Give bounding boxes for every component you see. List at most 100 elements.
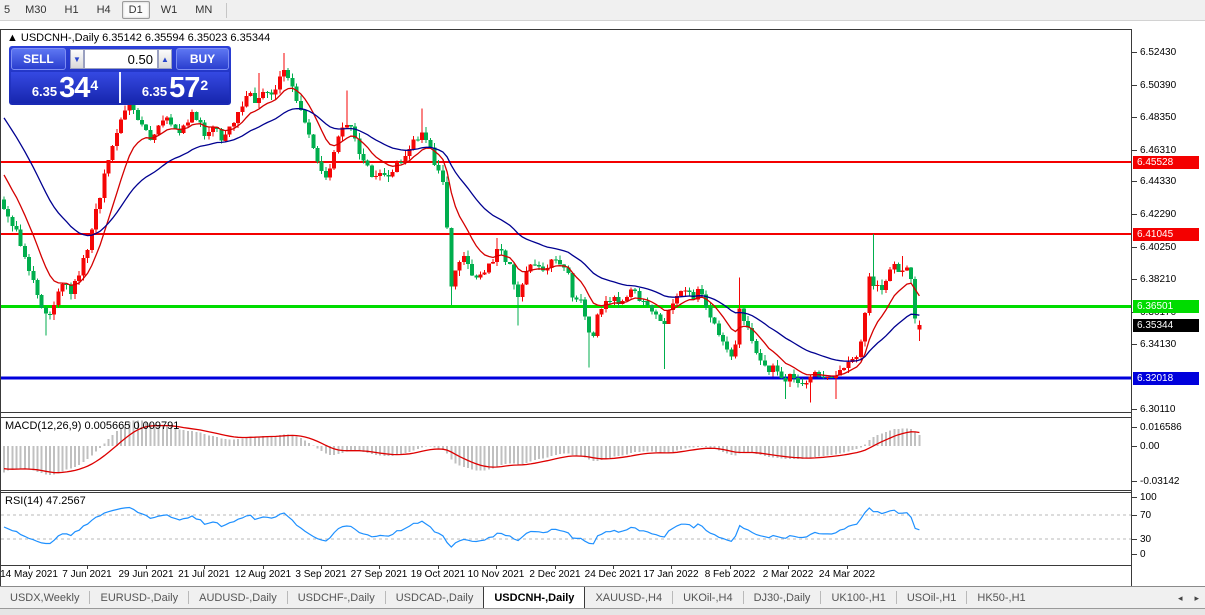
macd-tick-label: -0.03142 (1140, 476, 1180, 487)
ohlc-open: 6.35142 (102, 32, 142, 44)
timeframe-button-h1[interactable]: H1 (58, 1, 86, 19)
chart-tab-usdx[interactable]: USDX,Weekly (0, 587, 89, 608)
date-label: 2 Dec 2021 (529, 569, 581, 580)
buy-button[interactable]: BUY (176, 48, 230, 70)
rsi-label: RSI(14) 47.2567 (5, 495, 86, 507)
rsi-tick (1132, 515, 1137, 516)
price-tick (1132, 247, 1137, 248)
chevron-down-icon: ▼ (72, 54, 81, 64)
timeframe-button-h4[interactable]: H4 (90, 1, 118, 19)
date-label: 24 Dec 2021 (584, 569, 642, 580)
chart-tab-xauusd[interactable]: XAUUSD-,H4 (585, 587, 672, 608)
date-label: 14 May 2021 (0, 569, 58, 580)
tab-scroll-arrows: ◂ ▸ (1178, 587, 1199, 608)
date-label: 2 Mar 2022 (762, 569, 814, 580)
timeframe-button-w1[interactable]: W1 (154, 1, 185, 19)
chart-tab-usdcnh[interactable]: USDCNH-,Daily (483, 587, 586, 608)
price-tick-label: 6.34130 (1140, 339, 1177, 350)
sell-price-display[interactable]: 6.35 34 4 (11, 72, 119, 103)
buy-price-display[interactable]: 6.35 57 2 (121, 72, 229, 103)
date-label: 7 Jun 2021 (62, 569, 112, 580)
rsi-tick (1132, 497, 1137, 498)
rsi-tick-label: 70 (1140, 510, 1152, 521)
sell-price-prefix: 6.35 (31, 84, 58, 99)
level-price-badge: 6.41045 (1133, 228, 1199, 241)
macd-tick (1132, 427, 1137, 428)
date-label: 21 Jul 2021 (178, 569, 230, 580)
price-tick (1132, 214, 1137, 215)
rsi-tick-label: 100 (1140, 492, 1157, 503)
level-price-badge: 6.36501 (1133, 300, 1199, 313)
level-price-badge: 6.32018 (1133, 372, 1199, 385)
price-tick (1132, 344, 1137, 345)
timeframe-button-5[interactable]: 5 (2, 1, 14, 19)
price-axis[interactable]: 6.52430 6.50390 6.48350 6.46310 6.44330 6.422… (1131, 29, 1205, 586)
price-tick-label: 6.44330 (1140, 176, 1177, 187)
symbol-title: USDCNH-,Daily (20, 32, 100, 44)
price-tick-label: 6.46310 (1140, 145, 1177, 156)
chart-tab-ukoil[interactable]: UKOil-,H4 (673, 587, 743, 608)
date-label: 10 Nov 2021 (467, 569, 525, 580)
volume-input[interactable] (83, 49, 158, 69)
date-label: 19 Oct 2021 (410, 569, 466, 580)
mt4-window: 5 M30 H1 H4 D1 W1 MN ▲ USDCNH-,Daily 6.35142 6.35… (0, 0, 1205, 615)
chart-tab-audusd[interactable]: AUDUSD-,Daily (189, 587, 287, 608)
buy-price-big-digits: 57 (169, 72, 200, 104)
window-bottom-strip (0, 609, 1205, 615)
price-tick (1132, 181, 1137, 182)
date-label: 8 Feb 2022 (704, 569, 756, 580)
timeframe-toolbar: 5 M30 H1 H4 D1 W1 MN (0, 0, 1205, 21)
chart-tab-uk100[interactable]: UK100-,H1 (821, 587, 895, 608)
sell-price-big-digits: 34 (59, 72, 90, 104)
price-tick-label: 6.30110 (1140, 404, 1176, 415)
level-price-badge: 6.45528 (1133, 156, 1199, 169)
rsi-tick (1132, 554, 1137, 555)
tab-scroll-left-icon[interactable]: ◂ (1178, 593, 1183, 604)
time-axis[interactable]: 14 May 2021 7 Jun 2021 29 Jun 2021 21 Jul 2… (0, 566, 1132, 586)
buy-price-prefix: 6.35 (141, 84, 168, 99)
chart-tab-usdcad[interactable]: USDCAD-,Daily (386, 587, 484, 608)
date-label: 3 Sep 2021 (295, 569, 347, 580)
current-price-badge: 6.35344 (1133, 319, 1199, 332)
price-tick (1132, 85, 1137, 86)
rsi-tick (1132, 539, 1137, 540)
timeframe-button-mn[interactable]: MN (188, 1, 219, 19)
timeframe-button-d1[interactable]: D1 (121, 1, 150, 19)
macd-tick (1132, 481, 1137, 482)
price-tick (1132, 409, 1137, 410)
sell-price-pip: 4 (90, 77, 99, 93)
volume-increase-button[interactable]: ▲ (157, 49, 173, 69)
panel-collapse-icon[interactable]: ▲ (7, 32, 18, 44)
rsi-indicator-chart[interactable] (1, 493, 1132, 565)
price-tick-label: 6.38210 (1140, 274, 1177, 285)
date-label: 27 Sep 2021 (350, 569, 408, 580)
volume-decrease-button[interactable]: ▼ (69, 49, 84, 69)
ohlc-high: 6.35594 (144, 32, 185, 44)
symbol-header: ▲ USDCNH-,Daily 6.35142 6.35594 6.35023 6.353… (7, 32, 273, 44)
chart-tab-eurusd[interactable]: EURUSD-,Daily (90, 587, 188, 608)
price-tick-label: 6.50390 (1140, 80, 1177, 91)
buy-price-pip: 2 (200, 77, 209, 93)
ohlc-low: 6.35023 (187, 32, 228, 44)
tab-scroll-right-icon[interactable]: ▸ (1194, 593, 1199, 604)
chart-tab-usoil[interactable]: USOil-,H1 (897, 587, 967, 608)
price-tick (1132, 279, 1137, 280)
ohlc-close: 6.35344 (230, 32, 271, 44)
sell-button[interactable]: SELL (11, 48, 66, 70)
date-label: 12 Aug 2021 (234, 569, 292, 580)
chart-tab-hk50[interactable]: HK50-,H1 (967, 587, 1035, 608)
trade-controls-row: SELL ▼ ▲ BUY (11, 48, 230, 70)
chart-panel: ▲ USDCNH-,Daily 6.35142 6.35594 6.35023 6.353… (0, 29, 1132, 586)
timeframe-button-m30[interactable]: M30 (18, 1, 53, 19)
chart-tab-bar: USDX,Weekly EURUSD-,Daily AUDUSD-,Daily USD… (0, 586, 1205, 609)
chart-tab-usdchf[interactable]: USDCHF-,Daily (288, 587, 385, 608)
chevron-up-icon: ▲ (161, 54, 169, 64)
price-tick (1132, 117, 1137, 118)
price-tick-label: 6.52430 (1140, 47, 1177, 58)
one-click-trading-panel: SELL ▼ ▲ BUY 6.35 34 4 6.35 57 2 (9, 46, 231, 105)
rsi-tick-label: 0 (1140, 549, 1146, 560)
macd-tick-label: 0.00 (1140, 441, 1160, 452)
date-label: 29 Jun 2021 (118, 569, 174, 580)
rsi-tick-label: 30 (1140, 534, 1152, 545)
chart-tab-dj30[interactable]: DJ30-,Daily (744, 587, 821, 608)
